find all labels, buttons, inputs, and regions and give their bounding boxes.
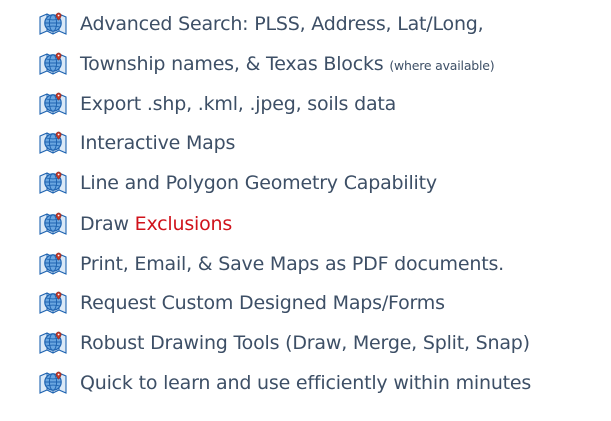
feature-text: Robust Drawing Tools (Draw, Merge, Split…: [80, 332, 530, 354]
feature-text: Quick to learn and use efficiently withi…: [80, 372, 532, 394]
globe-map-icon: [37, 330, 69, 356]
globe-map-icon: [37, 290, 69, 316]
feature-item-export: Export .shp, .kml, .jpeg, soils data: [0, 89, 611, 121]
globe-map-icon: [37, 251, 69, 277]
feature-text: Print, Email, & Save Maps as PDF documen…: [80, 253, 504, 275]
globe-map-icon: [37, 11, 69, 37]
feature-item-township-names: Township names, & Texas Blocks (where av…: [0, 49, 611, 81]
globe-map-icon: [37, 51, 69, 77]
feature-text: Request Custom Designed Maps/Forms: [80, 292, 445, 314]
feature-text: Advanced Search: PLSS, Address, Lat/Long…: [80, 13, 484, 35]
globe-map-icon: [37, 91, 69, 117]
feature-text: Township names, & Texas Blocks: [80, 53, 384, 75]
availability-note: (where available): [389, 58, 495, 73]
globe-map-icon: [37, 130, 69, 156]
globe-map-icon: [37, 211, 69, 237]
feature-item-custom-maps: Request Custom Designed Maps/Forms: [0, 288, 611, 320]
feature-list: Advanced Search: PLSS, Address, Lat/Long…: [0, 0, 611, 421]
feature-item-geometry: Line and Polygon Geometry Capability: [0, 168, 611, 200]
feature-item-draw-exclusions: Draw Exclusions: [0, 209, 611, 241]
feature-text: Line and Polygon Geometry Capability: [80, 172, 437, 194]
globe-map-icon: [37, 370, 69, 396]
feature-text: Export .shp, .kml, .jpeg, soils data: [80, 93, 397, 115]
feature-item-advanced-search: Advanced Search: PLSS, Address, Lat/Long…: [0, 9, 611, 41]
exclusions-highlight: Exclusions: [134, 213, 233, 235]
feature-item-drawing-tools: Robust Drawing Tools (Draw, Merge, Split…: [0, 328, 611, 360]
feature-text: Draw: [80, 213, 129, 235]
globe-map-icon: [37, 170, 69, 196]
feature-text: Interactive Maps: [80, 132, 236, 154]
feature-item-quick-to-learn: Quick to learn and use efficiently withi…: [0, 368, 611, 400]
feature-item-print-email-save: Print, Email, & Save Maps as PDF documen…: [0, 249, 611, 281]
feature-item-interactive-maps: Interactive Maps: [0, 128, 611, 160]
